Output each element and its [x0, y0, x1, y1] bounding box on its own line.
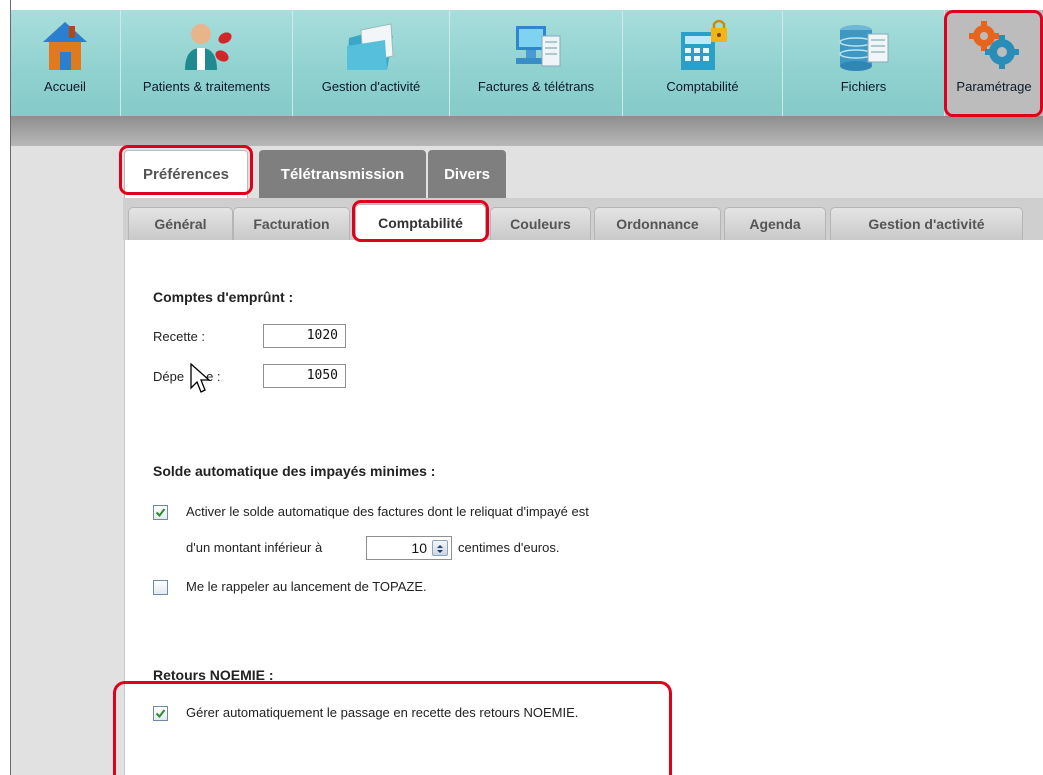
solde-amount-spinner[interactable]: 10	[366, 536, 452, 560]
highlight-comptabilite	[352, 200, 489, 242]
toolbar-item-gestion-activite[interactable]: Gestion d'activité	[293, 10, 450, 116]
subtab-ordonnance[interactable]: Ordonnance	[594, 207, 721, 240]
database-icon	[834, 18, 894, 76]
recette-label: Recette :	[153, 329, 206, 344]
main-toolbar: Accueil Patients & traitements Gestion d…	[10, 10, 1043, 116]
toolbar-item-fichiers[interactable]: Fichiers	[783, 10, 945, 116]
checkmark-icon	[155, 508, 166, 518]
calculator-lock-icon	[673, 18, 733, 76]
subtab-agenda[interactable]: Agenda	[724, 207, 826, 240]
solde-amount-label: d'un montant inférieur à	[186, 540, 323, 555]
spin-arrows-icon[interactable]	[432, 540, 448, 556]
toolbar-label: Gestion d'activité	[321, 79, 421, 94]
depense-input[interactable]: 1050	[263, 364, 346, 388]
toolbar-item-patients[interactable]: Patients & traitements	[121, 10, 293, 116]
toolbar-label: Comptabilité	[666, 79, 739, 94]
computer-icon	[506, 18, 566, 76]
toolbar-shadow-band	[10, 116, 1043, 146]
home-icon	[35, 18, 95, 76]
solde-enable-checkbox[interactable]	[153, 505, 168, 520]
toolbar-label: Patients & traitements	[142, 79, 271, 94]
section-title-comptes: Comptes d'emprûnt :	[153, 289, 294, 305]
section-title-solde: Solde automatique des impayés minimes :	[153, 463, 436, 479]
toolbar-item-accueil[interactable]: Accueil	[10, 10, 121, 116]
tab-teletransmission[interactable]: Télétransmission	[259, 150, 426, 198]
subtab-couleurs[interactable]: Couleurs	[490, 207, 591, 240]
toolbar-item-factures[interactable]: Factures & télétrans	[450, 10, 623, 116]
patients-icon	[177, 18, 237, 76]
folder-icon	[341, 18, 401, 76]
mouse-cursor-icon	[190, 363, 211, 393]
highlight-preferences	[119, 145, 253, 195]
subtab-facturation[interactable]: Facturation	[233, 207, 350, 240]
left-border	[10, 0, 11, 775]
toolbar-label: Fichiers	[840, 79, 887, 94]
solde-amount-value: 10	[411, 540, 427, 556]
toolbar-item-comptabilite[interactable]: Comptabilité	[623, 10, 783, 116]
subtab-general[interactable]: Général	[128, 207, 233, 240]
toolbar-label: Accueil	[44, 79, 86, 94]
toolbar-label: Factures & télétrans	[477, 79, 595, 94]
recette-input[interactable]: 1020	[263, 324, 346, 348]
tab-divers[interactable]: Divers	[428, 150, 506, 198]
solde-unit-label: centimes d'euros.	[458, 540, 560, 555]
subtab-gestion-activite[interactable]: Gestion d'activité	[830, 207, 1023, 240]
highlight-noemie	[113, 681, 672, 775]
reminder-label: Me le rappeler au lancement de TOPAZE.	[186, 579, 427, 594]
highlight-parametrage	[944, 10, 1043, 117]
reminder-checkbox[interactable]	[153, 580, 168, 595]
solde-enable-label: Activer le solde automatique des facture…	[186, 504, 589, 519]
